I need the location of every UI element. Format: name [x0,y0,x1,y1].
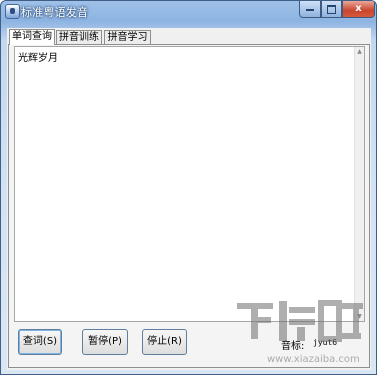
word-input-area[interactable]: 光辉岁月 ▲ ▼ [14,46,365,322]
scroll-up-icon[interactable]: ▲ [355,47,364,56]
app-icon [5,4,20,19]
minimize-button[interactable] [299,1,321,18]
watermark-url: www.xiazaiba.com [267,354,360,365]
tab-word-query[interactable]: 单词查询 [9,29,55,45]
watermark-logo [237,300,363,342]
vertical-scrollbar[interactable]: ▲ ▼ [354,47,364,321]
close-icon: x [355,3,362,14]
title-bar[interactable]: 标准粤语发音 x [1,1,376,21]
maximize-button[interactable] [321,1,342,18]
minimize-icon [306,9,314,11]
close-button[interactable]: x [342,1,375,18]
maximize-icon [327,5,336,14]
word-input-text: 光辉岁月 [18,53,58,64]
tab-pinyin-learning[interactable]: 拼音学习 [104,30,151,44]
pause-button[interactable]: 暂停(P) [82,329,128,355]
app-window: 标准粤语发音 x 单词查询 拼音训练 拼音学习 光辉岁月 ▲ ▼ 查词(S) 暂… [0,0,377,375]
window-title: 标准粤语发音 [21,6,89,19]
query-button[interactable]: 查词(S) [18,329,62,355]
stop-button[interactable]: 停止(R) [142,329,187,355]
tab-pinyin-training[interactable]: 拼音训练 [56,30,102,44]
